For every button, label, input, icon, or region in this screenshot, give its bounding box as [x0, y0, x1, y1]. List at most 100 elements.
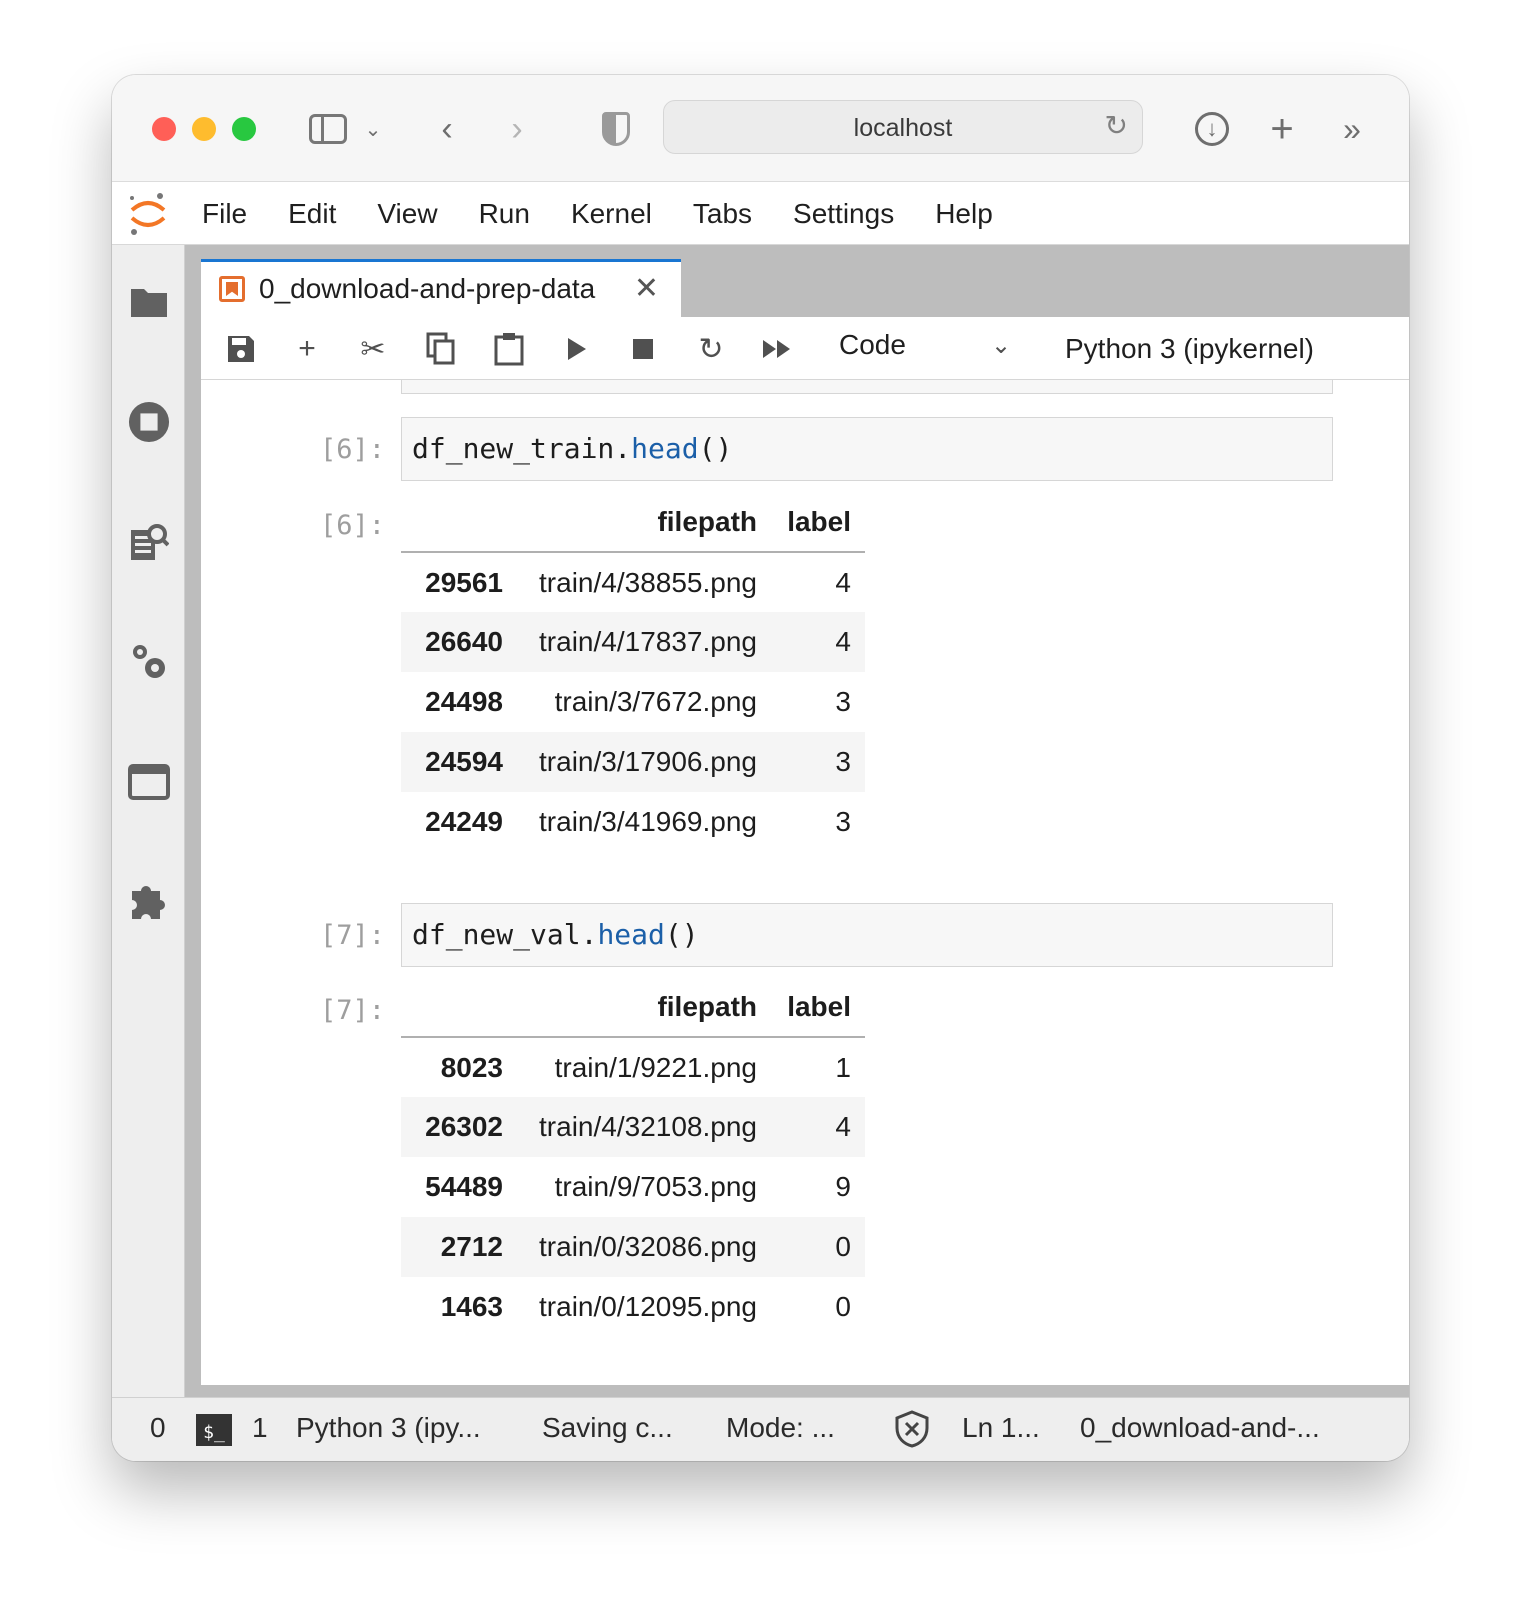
- running-sessions-icon[interactable]: [128, 401, 170, 443]
- menu-file[interactable]: File: [202, 198, 247, 230]
- chevron-down-icon[interactable]: ⌄: [991, 331, 1011, 360]
- main-dock-area: 0_download-and-prep-data ✕ + ✂ ↻ Code ⌄ …: [185, 245, 1409, 1397]
- code-object: df_new_train.: [412, 432, 632, 465]
- cut-cell-icon[interactable]: ✂: [353, 329, 393, 369]
- sidebar-toggle-icon[interactable]: [308, 105, 348, 153]
- column-header: filepath: [517, 977, 771, 1038]
- folder-icon[interactable]: [128, 281, 170, 323]
- menu-edit[interactable]: Edit: [288, 198, 336, 230]
- filepath-cell: train/9/7053.png: [554, 1171, 757, 1202]
- input-prompt: [6]:: [319, 434, 385, 465]
- menu-help[interactable]: Help: [935, 198, 993, 230]
- simple-mode-count[interactable]: 0: [150, 1412, 166, 1444]
- table-row: 54489 train/9/7053.png 9: [401, 1157, 865, 1217]
- menu-tabs[interactable]: Tabs: [693, 198, 752, 230]
- label-cell: 0: [835, 1291, 851, 1322]
- index-header: [401, 492, 517, 553]
- minimize-window-button[interactable]: [192, 117, 216, 141]
- filepath-cell: train/0/32086.png: [539, 1231, 757, 1262]
- notebook-panel[interactable]: [6]: df_new_train.head() [6]: filepath l…: [201, 380, 1409, 1385]
- notebook-icon: [219, 276, 245, 302]
- label-cell: 3: [835, 746, 851, 777]
- extension-puzzle-icon[interactable]: [128, 881, 170, 923]
- close-window-button[interactable]: [152, 117, 176, 141]
- filepath-cell: train/3/41969.png: [539, 806, 757, 837]
- forward-arrow-icon[interactable]: ›: [502, 105, 532, 153]
- notebook-tab[interactable]: 0_download-and-prep-data ✕: [201, 259, 681, 317]
- index-header: [401, 977, 517, 1038]
- menu-view[interactable]: View: [377, 198, 437, 230]
- copy-cell-icon[interactable]: [421, 329, 461, 369]
- code-cell-input[interactable]: df_new_val.head(): [401, 903, 1333, 967]
- interrupt-kernel-icon[interactable]: [623, 329, 663, 369]
- filepath-cell: train/1/9221.png: [554, 1051, 757, 1083]
- row-index: 29561: [425, 566, 503, 598]
- add-cell-icon[interactable]: +: [287, 329, 327, 369]
- run-cell-icon[interactable]: [557, 329, 597, 369]
- filepath-cell: train/4/32108.png: [539, 1111, 757, 1142]
- code-object: df_new_val.: [412, 918, 598, 951]
- table-row: 2712 train/0/32086.png 0: [401, 1217, 865, 1277]
- mode-status[interactable]: Mode: ...: [726, 1412, 835, 1444]
- notebook-toolbar: + ✂ ↻ Code ⌄ Python 3 (ipykernel): [201, 317, 1409, 380]
- row-index: 8023: [440, 1051, 503, 1083]
- table-of-contents-icon[interactable]: [128, 521, 170, 563]
- table-row: 1463 train/0/12095.png 0: [401, 1277, 865, 1337]
- cell-type-select[interactable]: Code: [839, 329, 906, 361]
- browser-titlebar: ⌄ ‹ › localhost ↻ ↓ + »: [112, 75, 1409, 182]
- code-function: head: [631, 432, 699, 465]
- address-bar-url: localhost: [853, 114, 953, 142]
- table-row: 8023 train/1/9221.png 1: [401, 1037, 865, 1097]
- property-inspector-gears-icon[interactable]: [128, 641, 170, 683]
- terminal-count: 1: [252, 1412, 268, 1443]
- back-arrow-icon[interactable]: ‹: [432, 105, 462, 153]
- code-parens: (): [664, 918, 699, 951]
- row-index: 26640: [425, 626, 503, 657]
- code-cell-input[interactable]: df_new_train.head(): [401, 417, 1333, 481]
- paste-cell-icon[interactable]: [489, 329, 529, 369]
- table-header-row: filepath label: [401, 977, 865, 1038]
- code-parens: (): [698, 432, 733, 465]
- privacy-shield-icon[interactable]: [598, 105, 634, 153]
- kernel-status[interactable]: Python 3 (ipy...: [296, 1412, 481, 1444]
- reload-icon[interactable]: ↻: [1105, 109, 1128, 142]
- row-index: 24498: [425, 686, 503, 717]
- row-index: 54489: [425, 1171, 503, 1202]
- tabs-window-icon[interactable]: [128, 761, 170, 803]
- output-prompt: [6]:: [319, 510, 385, 541]
- download-icon[interactable]: ↓: [1192, 105, 1232, 153]
- filepath-cell: train/3/17906.png: [539, 746, 757, 777]
- table-row: 24498 train/3/7672.png 3: [401, 672, 865, 732]
- chevron-down-icon[interactable]: ⌄: [362, 105, 384, 153]
- label-cell: 3: [835, 686, 851, 717]
- more-tabs-icon[interactable]: »: [1332, 105, 1372, 153]
- browser-window: ⌄ ‹ › localhost ↻ ↓ + » File Edit View R…: [112, 75, 1409, 1461]
- row-index: 1463: [440, 1291, 503, 1322]
- input-prompt: [7]:: [319, 920, 385, 951]
- dataframe-output: filepath label 8023 train/1/9221.png 1 2…: [401, 977, 865, 1337]
- code-function: head: [597, 918, 665, 951]
- saving-status: Saving c...: [542, 1412, 673, 1443]
- label-cell: 4: [835, 1111, 851, 1142]
- restart-kernel-icon[interactable]: ↻: [691, 329, 731, 369]
- restart-run-all-icon[interactable]: [757, 329, 797, 369]
- label-cell: 0: [835, 1231, 851, 1262]
- row-index: 24249: [425, 806, 503, 837]
- address-bar[interactable]: localhost ↻: [663, 100, 1143, 154]
- table-row: 24594 train/3/17906.png 3: [401, 732, 865, 792]
- trusted-shield-icon: [895, 1410, 929, 1448]
- cursor-position[interactable]: Ln 1...: [962, 1412, 1040, 1444]
- save-icon[interactable]: [221, 329, 261, 369]
- close-tab-icon[interactable]: ✕: [634, 271, 659, 306]
- label-cell: 4: [835, 626, 851, 657]
- terminal-icon[interactable]: $_: [196, 1414, 232, 1446]
- kernel-name-button[interactable]: Python 3 (ipykernel): [1065, 333, 1314, 365]
- menu-kernel[interactable]: Kernel: [571, 198, 652, 230]
- table-row: 26640 train/4/17837.png 4: [401, 612, 865, 672]
- menu-run[interactable]: Run: [479, 198, 530, 230]
- table-row: 24249 train/3/41969.png 3: [401, 792, 865, 852]
- menu-settings[interactable]: Settings: [793, 198, 894, 230]
- new-tab-icon[interactable]: +: [1264, 105, 1300, 153]
- jupyter-logo-icon: [130, 193, 166, 235]
- zoom-window-button[interactable]: [232, 117, 256, 141]
